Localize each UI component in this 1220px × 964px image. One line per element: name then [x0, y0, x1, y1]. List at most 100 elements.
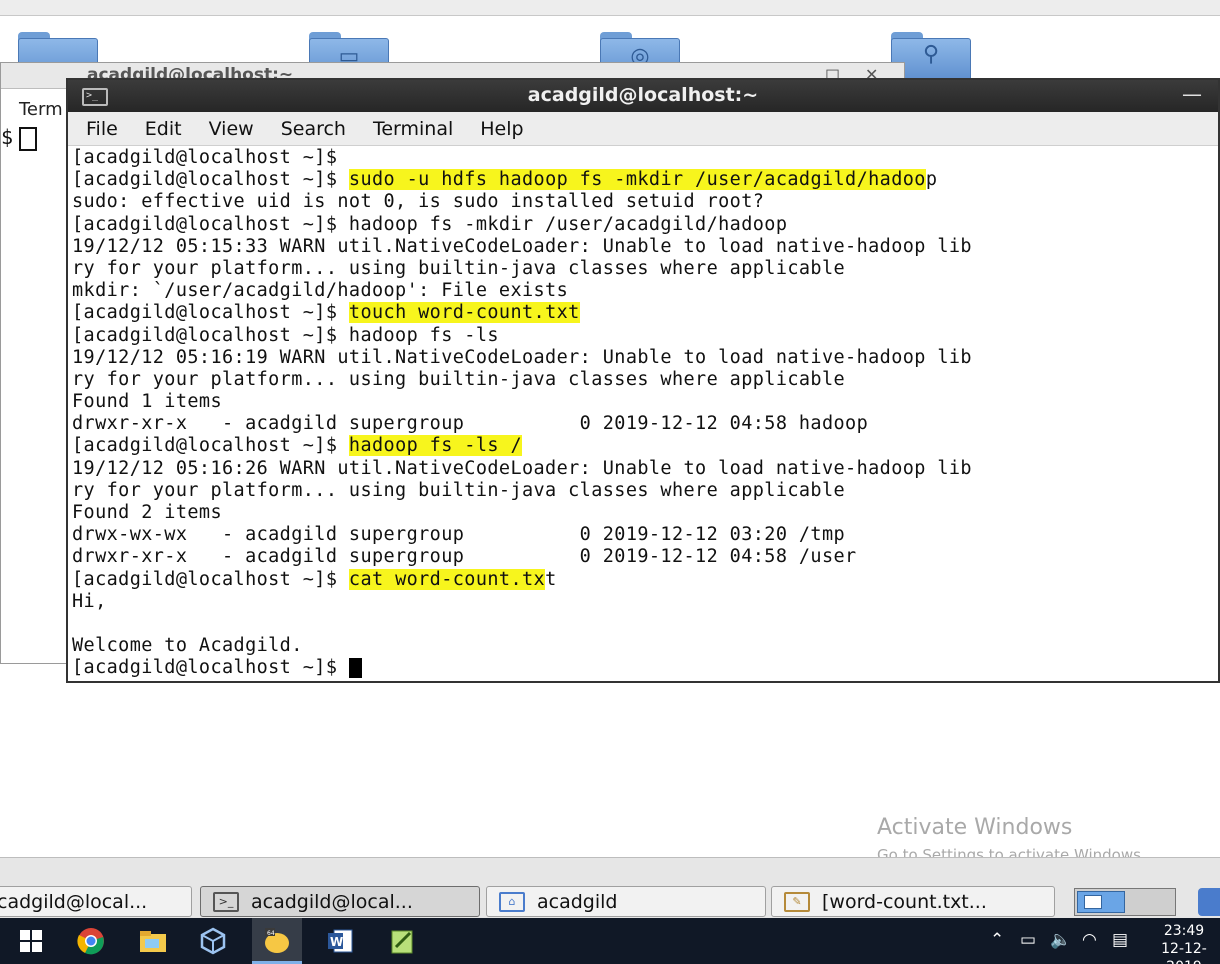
- menu-help[interactable]: Help: [480, 118, 523, 140]
- terminal-icon: >_: [213, 891, 239, 912]
- home-folder-icon: ⌂: [499, 891, 525, 912]
- menu-search[interactable]: Search: [281, 118, 346, 140]
- terminal-line-text: ry for your platform... using builtin-ja…: [72, 257, 846, 279]
- terminal-line: [acadgild@localhost ~]$ hadoop fs -ls: [72, 325, 1218, 347]
- terminal-line-text: [acadgild@localhost ~]$ hadoop fs -mkdir…: [72, 213, 788, 235]
- terminal-line: Welcome to Acadgild.: [72, 635, 1218, 657]
- terminal-line: sudo: effective uid is not 0, is sudo in…: [72, 191, 1218, 213]
- menu-terminal[interactable]: Terminal: [373, 118, 453, 140]
- chrome-icon[interactable]: [76, 927, 106, 955]
- terminal-line: mkdir: `/user/acadgild/hadoop': File exi…: [72, 280, 1218, 302]
- battery-icon[interactable]: ▭: [1020, 930, 1036, 950]
- terminal-line-text: [acadgild@localhost ~]$: [72, 169, 349, 191]
- background-cursor: [19, 126, 38, 151]
- wifi-icon[interactable]: ◠: [1082, 930, 1097, 950]
- menu-edit[interactable]: Edit: [145, 118, 182, 140]
- terminal-cursor: [348, 658, 362, 679]
- taskbar-item-text-editor[interactable]: ✎ [word-count.txt...: [771, 886, 1055, 917]
- terminal-line: 19/12/12 05:16:19 WARN util.NativeCodeLo…: [72, 347, 1218, 369]
- text-editor-icon: ✎: [784, 891, 810, 912]
- taskbar-item-label: acadgild@local...: [251, 890, 413, 913]
- terminal-line-text: drwxr-xr-x - acadgild supergroup 0 2019-…: [72, 413, 869, 435]
- terminal-line-text: Found 2 items: [72, 502, 222, 523]
- watermark-title: Activate Windows: [877, 815, 1073, 840]
- linux-taskbar: cadgild@local... >_ acadgild@local... ⌂ …: [0, 857, 1220, 918]
- terminal-line: Found 2 items: [72, 502, 1218, 524]
- desktop-top-panel: [0, 0, 1220, 16]
- terminal-line: [acadgild@localhost ~]$: [72, 657, 1218, 679]
- chevron-up-icon[interactable]: ⌃: [990, 930, 1004, 950]
- virtualbox-vm-icon[interactable]: 64: [252, 918, 302, 964]
- activate-windows-watermark: Activate Windows Go to Settings to activ…: [877, 815, 1146, 857]
- highlighted-command: touch word-count.txt: [348, 302, 580, 324]
- background-window-menu[interactable]: Term: [19, 99, 63, 120]
- notepad-icon[interactable]: [387, 927, 417, 955]
- minimize-icon[interactable]: —: [1182, 82, 1202, 106]
- terminal-line-text: Found 1 items: [72, 391, 222, 413]
- terminal-line-text: [acadgild@localhost ~]$: [72, 568, 349, 590]
- notifications-icon[interactable]: ▤: [1112, 930, 1128, 950]
- terminal-titlebar[interactable]: >_ acadgild@localhost:~ —: [68, 80, 1218, 112]
- windows-start-icon[interactable]: [16, 927, 46, 955]
- clock-time: 23:49: [1163, 923, 1205, 939]
- taskbar-item-label: cadgild@local...: [0, 890, 148, 913]
- terminal-line: drwx-wx-wx - acadgild supergroup 0 2019-…: [72, 524, 1218, 546]
- taskbar-item-terminal-1[interactable]: cadgild@local...: [0, 886, 192, 917]
- terminal-line: Found 1 items: [72, 391, 1218, 413]
- terminal-line-text: [acadgild@localhost ~]$: [72, 302, 349, 324]
- terminal-line-text: drwx-wx-wx - acadgild supergroup 0 2019-…: [72, 524, 846, 546]
- terminal-line-text: t: [545, 568, 557, 590]
- taskbar-item-label: acadgild: [537, 890, 618, 913]
- terminal-line-text: [acadgild@localhost ~]$ hadoop fs -ls: [72, 324, 499, 346]
- workspace-switcher[interactable]: [1074, 888, 1176, 916]
- terminal-line: 19/12/12 05:15:33 WARN util.NativeCodeLo…: [72, 236, 1218, 258]
- background-prompt-text: $: [1, 125, 14, 149]
- terminal-line: ry for your platform... using builtin-ja…: [72, 480, 1218, 502]
- terminal-line: [acadgild@localhost ~]$ hadoop fs -ls /: [72, 435, 1218, 457]
- terminal-line-text: [acadgild@localhost ~]$: [72, 657, 349, 679]
- virtualbox-icon[interactable]: [198, 927, 228, 955]
- terminal-line: Hi,: [72, 591, 1218, 613]
- highlighted-command: cat word-count.tx: [348, 568, 546, 590]
- workspace-extra-icon[interactable]: [1198, 888, 1220, 916]
- svg-text:W: W: [330, 935, 343, 949]
- word-icon[interactable]: W: [325, 927, 355, 955]
- terminal-line-text: 19/12/12 05:15:33 WARN util.NativeCodeLo…: [72, 235, 972, 257]
- system-clock[interactable]: 23:49 12-12-2019: [1148, 922, 1220, 964]
- terminal-title: acadgild@localhost:~: [527, 84, 759, 106]
- terminal-line: [acadgild@localhost ~]$ cat word-count.t…: [72, 568, 1218, 591]
- file-explorer-icon[interactable]: [138, 927, 168, 955]
- workspace-1[interactable]: [1077, 891, 1125, 913]
- highlighted-command: sudo -u hdfs hadoop fs -mkdir /user/acad…: [348, 169, 926, 191]
- terminal-line-text: [acadgild@localhost ~]$: [72, 147, 338, 168]
- terminal-menubar: File Edit View Search Terminal Help: [68, 112, 1218, 146]
- watermark-subtitle: Go to Settings to activate Windows.: [877, 846, 1146, 857]
- terminal-line: [acadgild@localhost ~]$: [72, 147, 1218, 169]
- volume-icon[interactable]: 🔈: [1050, 930, 1071, 950]
- menu-file[interactable]: File: [86, 118, 118, 140]
- terminal-line: [acadgild@localhost ~]$ touch word-count…: [72, 302, 1218, 324]
- terminal-output[interactable]: [acadgild@localhost ~]$ [acadgild@localho…: [72, 146, 1218, 681]
- terminal-line: 19/12/12 05:16:26 WARN util.NativeCodeLo…: [72, 458, 1218, 480]
- terminal-line: [acadgild@localhost ~]$ hadoop fs -mkdir…: [72, 214, 1218, 236]
- menu-view[interactable]: View: [209, 118, 254, 140]
- terminal-window[interactable]: >_ acadgild@localhost:~ — File Edit View…: [66, 78, 1220, 683]
- taskbar-item-home-folder[interactable]: ⌂ acadgild: [486, 886, 766, 917]
- terminal-line-text: drwxr-xr-x - acadgild supergroup 0 2019-…: [72, 546, 857, 568]
- windows-taskbar: 64 W ⌃ ▭ 🔈 ◠ ▤ 23:49 12-12-2019: [0, 918, 1220, 964]
- terminal-line-text: sudo: effective uid is not 0, is sudo in…: [72, 191, 765, 213]
- svg-text:64: 64: [267, 930, 275, 937]
- terminal-line-text: Hi,: [72, 590, 107, 612]
- terminal-line: [acadgild@localhost ~]$ sudo -u hdfs had…: [72, 169, 1218, 191]
- desktop: ▭ ◎ ⚲ acadgild@localhost:~ □ ✕ Term $ >_…: [0, 0, 1220, 857]
- terminal-line-text: ry for your platform... using builtin-ja…: [72, 368, 846, 390]
- taskbar-item-terminal-2[interactable]: >_ acadgild@local...: [200, 886, 480, 917]
- background-window-prompt: $: [1, 125, 38, 151]
- terminal-line: drwxr-xr-x - acadgild supergroup 0 2019-…: [72, 413, 1218, 435]
- taskbar-item-label: [word-count.txt...: [822, 890, 987, 913]
- terminal-line-text: 19/12/12 05:16:19 WARN util.NativeCodeLo…: [72, 346, 972, 368]
- terminal-line: drwxr-xr-x - acadgild supergroup 0 2019-…: [72, 546, 1218, 568]
- terminal-line-text: 19/12/12 05:16:26 WARN util.NativeCodeLo…: [72, 457, 972, 479]
- highlighted-command: hadoop fs -ls /: [348, 435, 522, 457]
